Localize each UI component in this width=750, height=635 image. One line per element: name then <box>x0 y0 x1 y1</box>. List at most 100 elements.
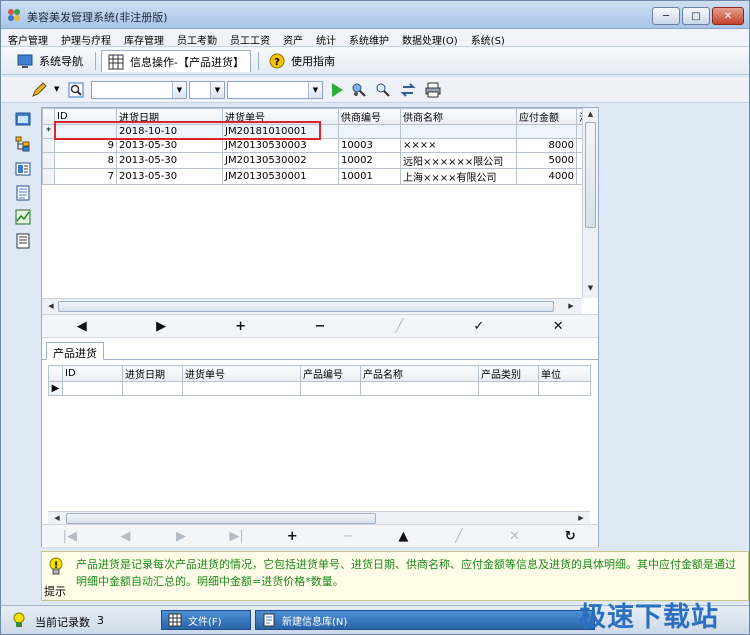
printer-icon[interactable] <box>425 82 441 98</box>
detail-next-button[interactable]: ▶ <box>153 525 209 547</box>
menu-inventory[interactable]: 库存管理 <box>117 29 170 47</box>
table-row[interactable]: 8 2013-05-30 JM20130530002 10002 远阳×××××… <box>42 152 583 169</box>
tab-product-purchase[interactable]: 产品进货 <box>46 342 104 360</box>
close-button[interactable]: ✕ <box>712 7 744 25</box>
table-cell[interactable] <box>122 381 183 396</box>
chevron-down-icon[interactable]: ▼ <box>308 82 322 98</box>
scroll-right-icon[interactable]: ▶ <box>566 302 576 310</box>
minimize-button[interactable]: ─ <box>652 7 680 25</box>
table-cell[interactable]: 2013-05-30 <box>116 168 223 185</box>
scroll-down-icon[interactable]: ▼ <box>583 284 598 292</box>
tab-system-nav[interactable]: 系统导航 <box>11 50 89 72</box>
cancel-record-button[interactable]: ✕ <box>519 315 598 337</box>
table-cell[interactable] <box>538 381 591 396</box>
table-cell[interactable]: JM20130530003 <box>222 138 339 153</box>
detail-cancel-button[interactable]: ✕ <box>487 525 543 547</box>
card-icon[interactable] <box>15 161 31 177</box>
column-header[interactable]: 产品编号 <box>300 365 361 382</box>
table-cell[interactable]: JM20130530002 <box>222 152 339 169</box>
chart-icon[interactable] <box>15 209 31 225</box>
column-header[interactable]: 产品类别 <box>478 365 539 382</box>
field-select[interactable]: ▼ <box>91 81 187 99</box>
scroll-left-icon[interactable]: ◀ <box>46 302 56 310</box>
value-select[interactable]: ▼ <box>227 81 323 99</box>
scroll-up-icon[interactable]: ▲ <box>583 110 598 118</box>
table-row[interactable]: 7 2013-05-30 JM20130530001 10001 上海××××有… <box>42 168 583 185</box>
prev-record-button[interactable]: ◀ <box>42 315 121 337</box>
list-icon[interactable] <box>15 233 31 249</box>
table-cell[interactable]: JM20130530001 <box>222 168 339 185</box>
column-header[interactable]: 供商名称 <box>400 108 517 125</box>
detail-edit-button[interactable]: ╱ <box>431 525 487 547</box>
menu-salary[interactable]: 员工工资 <box>223 29 276 47</box>
main-grid-hscrollbar[interactable]: ◀ ▶ <box>42 298 582 314</box>
menu-attendance[interactable]: 员工考勤 <box>170 29 223 47</box>
menu-care[interactable]: 护理与疗程 <box>54 29 117 47</box>
detail-up-button[interactable]: ▲ <box>376 525 432 547</box>
scroll-thumb[interactable] <box>585 122 596 228</box>
find-people-icon[interactable] <box>351 82 367 98</box>
scroll-thumb[interactable] <box>66 513 376 524</box>
menu-maintenance[interactable]: 系统维护 <box>342 29 395 47</box>
scroll-left-icon[interactable]: ◀ <box>52 514 62 522</box>
menu-system[interactable]: 系统(S) <box>464 29 511 47</box>
table-cell[interactable]: 2013-05-30 <box>116 152 223 169</box>
menu-assets[interactable]: 资产 <box>276 29 309 47</box>
table-cell[interactable] <box>478 381 539 396</box>
tab-user-guide[interactable]: ? 使用指南 <box>263 50 341 72</box>
table-cell[interactable] <box>400 124 517 139</box>
document-icon[interactable] <box>15 185 31 201</box>
refresh-icon[interactable] <box>400 82 416 98</box>
table-cell[interactable]: ×××× <box>400 138 517 153</box>
chevron-down-icon[interactable]: ▼ <box>210 82 224 98</box>
table-cell[interactable]: 8000 <box>516 138 577 153</box>
detail-add-button[interactable]: + <box>264 525 320 547</box>
chevron-down-icon[interactable]: ▼ <box>172 82 186 98</box>
column-header[interactable]: ID <box>62 365 123 382</box>
table-row-new[interactable]: ▶ <box>48 381 591 396</box>
column-header[interactable]: 进货单号 <box>182 365 301 382</box>
filter-search-icon[interactable] <box>375 82 391 98</box>
table-cell[interactable]: 远阳××××××限公司 <box>400 152 517 169</box>
tree-icon[interactable] <box>15 136 31 152</box>
menu-statistics[interactable]: 统计 <box>309 29 342 47</box>
table-cell[interactable]: 上海××××有限公司 <box>400 168 517 185</box>
column-header[interactable]: 单位 <box>538 365 591 382</box>
column-header[interactable]: 供商编号 <box>338 108 401 125</box>
edit-record-button[interactable]: ╱ <box>360 315 439 337</box>
detail-first-button[interactable]: |◀ <box>42 525 98 547</box>
next-record-button[interactable]: ▶ <box>121 315 200 337</box>
table-cell[interactable]: 4000 <box>516 168 577 185</box>
run-query-icon[interactable] <box>329 82 345 98</box>
column-header[interactable]: 应付金额 <box>516 108 577 125</box>
tab-info-operation[interactable]: 信息操作-【产品进货】 <box>101 50 251 72</box>
window-icon[interactable] <box>15 111 31 127</box>
detail-delete-button[interactable]: − <box>320 525 376 547</box>
add-record-button[interactable]: + <box>201 315 280 337</box>
operator-select[interactable]: ▼ <box>189 81 225 99</box>
detail-refresh-button[interactable]: ↻ <box>542 525 598 547</box>
search-icon[interactable] <box>68 82 84 98</box>
pencil-icon[interactable] <box>31 82 47 98</box>
task-file[interactable]: 文件(F) <box>161 610 251 630</box>
delete-record-button[interactable]: − <box>280 315 359 337</box>
table-cell[interactable] <box>516 124 577 139</box>
table-cell[interactable] <box>338 124 401 139</box>
detail-grid-hscrollbar[interactable]: ◀ ▶ <box>48 511 590 525</box>
table-cell[interactable]: 10001 <box>338 168 401 185</box>
table-cell[interactable]: 10002 <box>338 152 401 169</box>
table-cell[interactable]: 2013-05-30 <box>116 138 223 153</box>
table-cell[interactable] <box>182 381 301 396</box>
table-cell[interactable]: 8 <box>54 152 117 169</box>
save-record-button[interactable]: ✓ <box>439 315 518 337</box>
menu-data[interactable]: 数据处理(O) <box>395 29 464 47</box>
scroll-right-icon[interactable]: ▶ <box>576 514 586 522</box>
main-grid-vscrollbar[interactable]: ▲ ▼ <box>582 108 598 298</box>
table-cell[interactable] <box>300 381 361 396</box>
column-header[interactable]: 产品名称 <box>360 365 479 382</box>
table-cell[interactable]: 5000 <box>516 152 577 169</box>
menu-customer[interactable]: 客户管理 <box>1 29 54 47</box>
table-row[interactable]: 9 2013-05-30 JM20130530003 10003 ×××× 80… <box>42 138 583 153</box>
table-cell[interactable] <box>62 381 123 396</box>
maximize-button[interactable]: □ <box>682 7 710 25</box>
